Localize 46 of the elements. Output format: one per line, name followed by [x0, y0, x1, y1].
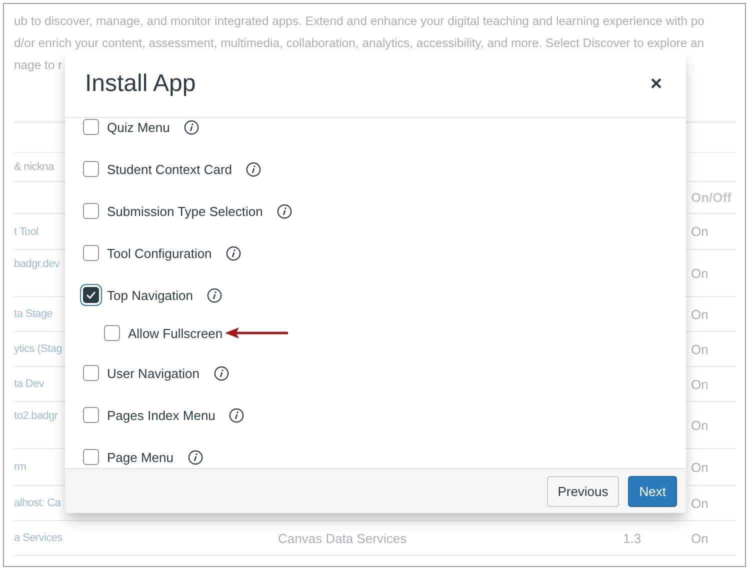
column-header: On/Off	[691, 190, 732, 205]
dialog-title: Install App	[85, 70, 196, 98]
checkbox-label[interactable]: Pages Index Menu	[107, 408, 216, 422]
status-text: On	[691, 306, 708, 322]
info-icon[interactable]	[229, 408, 244, 422]
checkbox[interactable]	[83, 203, 99, 219]
info-icon[interactable]	[184, 120, 199, 134]
checkbox-label[interactable]: Page Menu	[107, 450, 174, 464]
checkbox[interactable]	[104, 325, 120, 341]
info-icon[interactable]	[214, 366, 228, 380]
close-button[interactable]: ×	[646, 74, 666, 94]
checkbox-label[interactable]: Submission Type Selection	[107, 204, 263, 218]
status-text: On	[691, 266, 708, 280]
checkbox[interactable]	[83, 287, 99, 303]
status-text: On	[691, 460, 708, 474]
description-text: d/or enrich your content, assessment, multimedia, collaboration, analytics, accessibility, and more. Select Discover to explore an	[14, 35, 704, 52]
info-icon[interactable]	[276, 204, 292, 218]
status-text: On	[691, 342, 708, 356]
checkbox-label[interactable]: Top Navigation	[107, 288, 193, 302]
info-icon[interactable]	[207, 288, 222, 302]
checkbox-label[interactable]: Allow Fullscreen	[128, 326, 223, 340]
description-text: ub to discover, manage, and monitor integrated apps. Extend and enhance your digital teaching and learning experience with po	[14, 13, 706, 30]
status-text: On	[691, 530, 708, 546]
status-text: On	[691, 224, 708, 239]
app-description: Canvas Data Services	[278, 530, 407, 546]
next-button[interactable]: Next	[628, 476, 677, 506]
checkbox[interactable]	[83, 161, 99, 177]
info-icon[interactable]	[246, 162, 262, 176]
version-text: 1.3	[623, 530, 642, 546]
checkbox[interactable]	[83, 245, 99, 261]
info-icon[interactable]	[188, 450, 202, 464]
checkbox[interactable]	[83, 449, 99, 465]
previous-button[interactable]: Previous	[546, 476, 620, 506]
status-text: On	[691, 418, 708, 432]
checkbox[interactable]	[83, 119, 99, 135]
checkbox[interactable]	[83, 365, 99, 381]
info-icon[interactable]	[226, 246, 241, 260]
checkbox[interactable]	[83, 407, 99, 423]
checkbox-label[interactable]: Quiz Menu	[107, 120, 170, 134]
status-text: On	[691, 376, 708, 392]
checkbox-label[interactable]: Student Context Card	[107, 162, 232, 176]
checkbox-label[interactable]: Tool Configuration	[107, 246, 212, 260]
status-text: On	[691, 496, 708, 510]
check-icon	[86, 291, 96, 299]
description-text: nage to r	[14, 57, 64, 74]
checkbox-label[interactable]: User Navigation	[107, 366, 200, 380]
